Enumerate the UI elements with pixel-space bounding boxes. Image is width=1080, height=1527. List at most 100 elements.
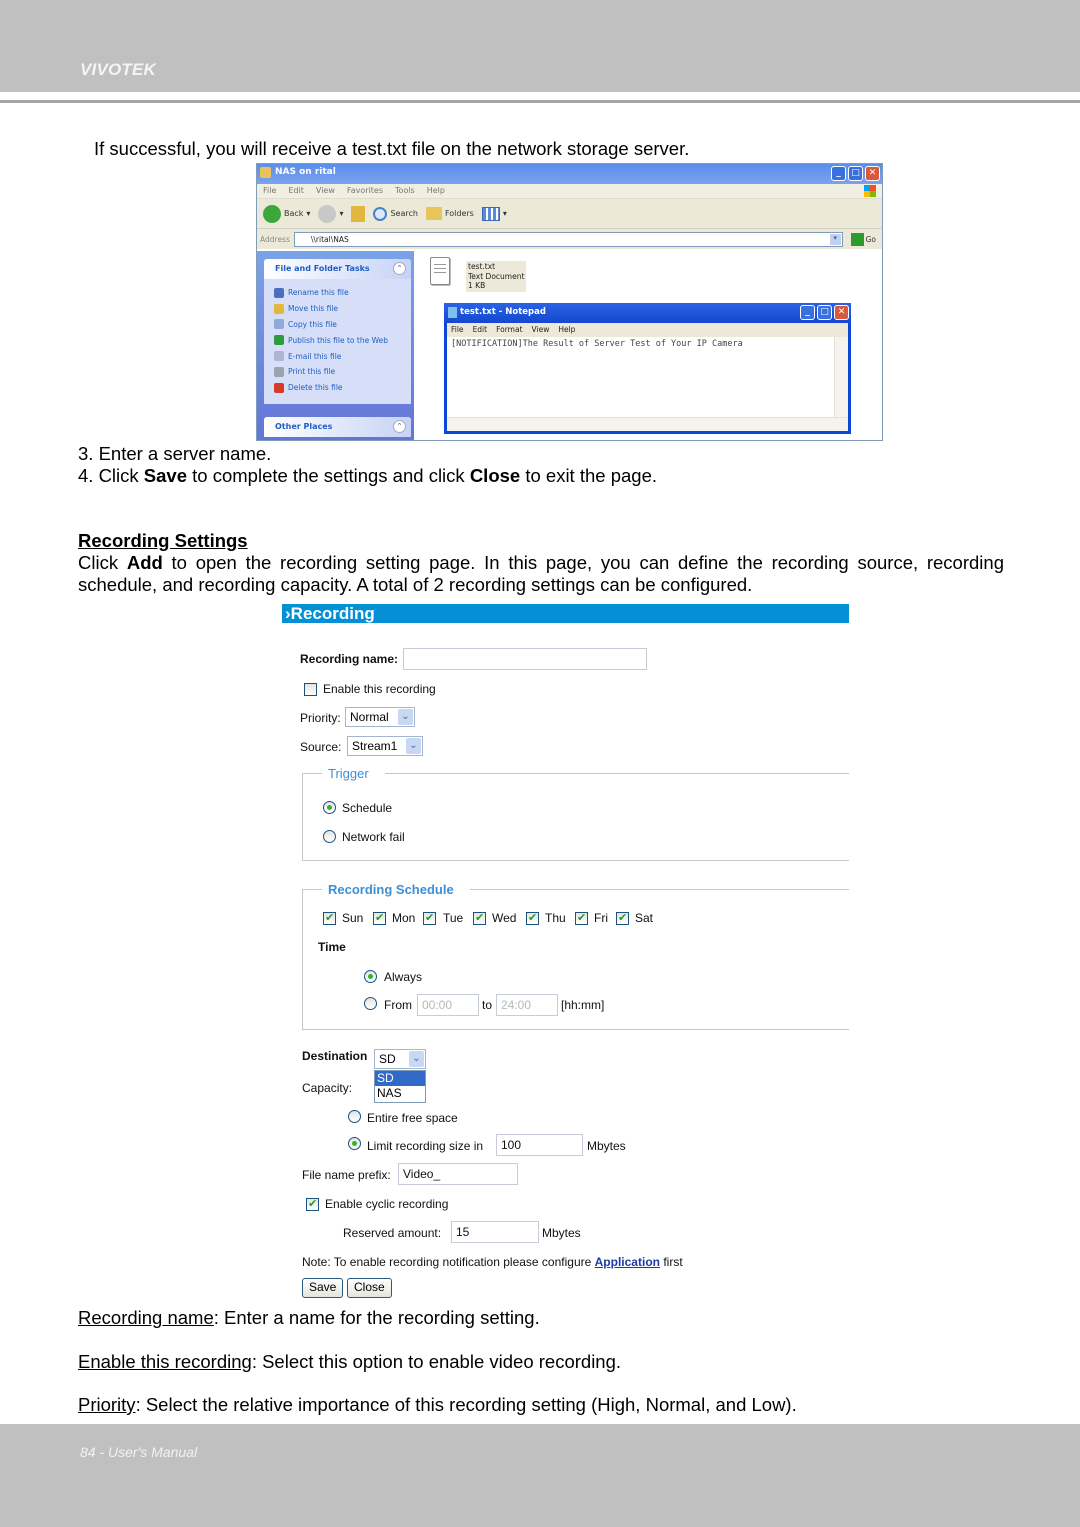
menu-help[interactable]: Help [427, 186, 445, 196]
globe-icon [274, 335, 284, 346]
up-folder-button[interactable] [351, 205, 366, 222]
recording-name-input[interactable] [403, 648, 647, 670]
task-item[interactable]: Delete this file [274, 380, 411, 396]
close-window-button[interactable]: ✕ [865, 166, 880, 181]
cyclic-recording-checkbox[interactable] [306, 1197, 319, 1211]
capacity-limit-radio[interactable] [348, 1137, 361, 1150]
np-menu-format[interactable]: Format [496, 325, 522, 335]
save-button[interactable]: Save [302, 1278, 344, 1298]
file-item-test-txt[interactable]: test.txt Text Document 1 KB [466, 261, 527, 292]
forward-arrow-icon [318, 204, 337, 223]
move-icon [274, 303, 284, 314]
address-input[interactable]: \\rital\NAS ▾ [293, 231, 843, 247]
capacity-entire-radio[interactable] [348, 1110, 361, 1123]
notification-note: Note: To enable recording notification p… [302, 1255, 683, 1269]
day-checkbox-mon[interactable] [373, 911, 386, 925]
notepad-close-button[interactable]: ✕ [834, 305, 849, 320]
search-icon [373, 206, 388, 221]
np-menu-file[interactable]: File [451, 325, 464, 335]
maximize-button[interactable]: □ [848, 166, 863, 181]
step-4: 4. Click Save to complete the settings a… [78, 465, 657, 486]
notepad-minimize-button[interactable]: _ [800, 305, 815, 320]
search-button[interactable]: Search [373, 206, 418, 221]
destination-label: Destination [302, 1049, 368, 1063]
enable-recording-checkbox[interactable] [304, 683, 317, 696]
task-item[interactable]: Move this file [274, 301, 411, 317]
go-button[interactable]: Go [850, 232, 876, 246]
page-header [0, 0, 1080, 92]
minimize-button[interactable]: _ [831, 166, 846, 181]
menu-tools[interactable]: Tools [395, 186, 415, 196]
menu-favorites[interactable]: Favorites [347, 186, 383, 196]
prefix-input[interactable]: Video_ [398, 1163, 518, 1185]
source-select[interactable]: Stream1 ⌄ [347, 736, 423, 756]
destination-option-nas[interactable]: NAS [375, 1086, 425, 1101]
delete-icon [274, 382, 284, 393]
tasks-header[interactable]: File and Folder Tasks ⌃ [264, 259, 411, 279]
views-button[interactable]: ▾ [481, 206, 507, 221]
back-arrow-icon [263, 204, 281, 223]
explorer-title: NAS on rital [275, 167, 336, 177]
destination-select[interactable]: SD ⌄ [374, 1049, 426, 1069]
reserved-input[interactable]: 15 [451, 1221, 539, 1243]
notepad-maximize-button[interactable]: □ [817, 305, 832, 320]
forward-button[interactable]: ▾ [318, 204, 343, 223]
day-checkbox-fri[interactable] [575, 911, 588, 925]
day-checkbox-tue[interactable] [423, 911, 436, 925]
time-to-input[interactable]: 24:00 [496, 994, 558, 1016]
destination-option-sd[interactable]: SD [375, 1071, 425, 1086]
menu-view[interactable]: View [316, 186, 335, 196]
folders-button[interactable]: Folders [425, 207, 474, 220]
time-always-radio[interactable] [364, 970, 377, 983]
step-3: 3. Enter a server name. [78, 443, 272, 464]
trigger-network-fail-label: Network fail [342, 830, 405, 844]
notepad-menubar: File Edit Format View Help [447, 323, 848, 337]
other-places-header[interactable]: Other Places ⌃ [264, 416, 411, 437]
task-item[interactable]: Copy this file [274, 317, 411, 333]
day-checkbox-thu[interactable] [526, 911, 539, 925]
trigger-schedule-radio[interactable] [323, 801, 336, 814]
task-item[interactable]: Print this file [274, 364, 411, 380]
capacity-unit: Mbytes [587, 1139, 626, 1153]
np-menu-help[interactable]: Help [558, 325, 575, 335]
capacity-limit-input[interactable]: 100 [496, 1134, 583, 1156]
np-menu-edit[interactable]: Edit [473, 325, 488, 335]
application-link[interactable]: Application [595, 1255, 660, 1269]
notepad-window: test.txt - Notepad _ □ ✕ File Edit Forma… [444, 303, 851, 434]
cyclic-recording-label: Enable cyclic recording [325, 1197, 449, 1211]
folders-icon [425, 207, 442, 220]
expand-icon[interactable]: ⌃ [393, 419, 406, 433]
back-button[interactable]: Back ▾ [263, 204, 310, 223]
day-checkbox-wed[interactable] [473, 911, 486, 925]
chevron-down-icon: ⌄ [398, 709, 413, 725]
task-item[interactable]: Rename this file [274, 285, 411, 301]
vertical-scrollbar[interactable] [834, 337, 848, 417]
priority-select[interactable]: Normal ⌄ [345, 707, 415, 727]
time-from-input[interactable]: 00:00 [417, 994, 479, 1016]
time-from-radio[interactable] [364, 997, 377, 1010]
task-item[interactable]: E-mail this file [274, 348, 411, 364]
collapse-icon[interactable]: ⌃ [393, 262, 406, 275]
chevron-down-icon[interactable]: ▾ [829, 233, 841, 245]
day-label-tue: Tue [443, 911, 464, 925]
brand-logo: VIVOTEK [80, 60, 157, 79]
trigger-border [385, 773, 849, 774]
time-from-label: From [384, 998, 412, 1012]
close-button[interactable]: Close [347, 1278, 392, 1298]
menu-file[interactable]: File [263, 186, 276, 196]
trigger-legend: Trigger [328, 766, 369, 781]
desc-recording-name: Recording name: Enter a name for the rec… [78, 1307, 540, 1328]
day-label-thu: Thu [545, 911, 566, 925]
destination-dropdown: SD NAS [374, 1070, 426, 1103]
day-checkbox-sat[interactable] [616, 911, 629, 925]
trigger-network-fail-radio[interactable] [323, 830, 336, 843]
capacity-entire-label: Entire free space [367, 1111, 458, 1125]
notepad-content[interactable]: [NOTIFICATION]The Result of Server Test … [447, 337, 848, 351]
menu-edit[interactable]: Edit [288, 186, 304, 196]
schedule-border [302, 889, 322, 890]
day-checkbox-sun[interactable] [323, 911, 336, 925]
np-menu-view[interactable]: View [532, 325, 550, 335]
text-file-icon[interactable] [430, 257, 450, 285]
task-item[interactable]: Publish this file to the Web [274, 332, 411, 348]
horizontal-scrollbar[interactable] [447, 417, 848, 431]
